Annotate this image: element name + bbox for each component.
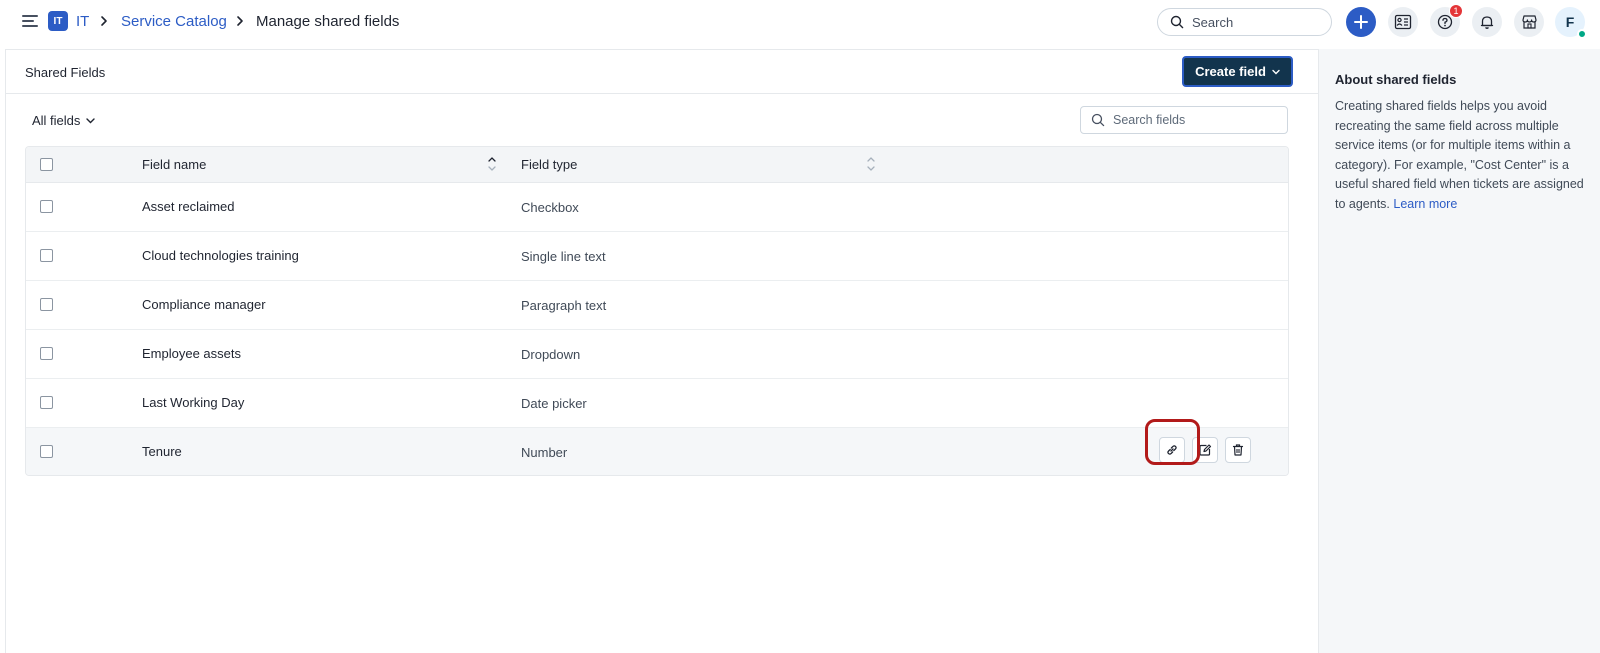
side-panel-body: Creating shared fields helps you avoid r… bbox=[1335, 99, 1584, 211]
create-field-label: Create field bbox=[1195, 64, 1266, 79]
store-icon bbox=[1521, 15, 1537, 29]
field-name-cell: Tenure bbox=[142, 444, 182, 459]
field-type-cell: Checkbox bbox=[521, 200, 579, 215]
breadcrumb-current-page: Manage shared fields bbox=[256, 13, 400, 30]
column-header-field-name[interactable]: Field name bbox=[142, 157, 206, 172]
select-all-checkbox[interactable] bbox=[40, 158, 53, 171]
notifications-button[interactable] bbox=[1472, 7, 1502, 37]
table-row-hovered[interactable]: Tenure Number bbox=[26, 428, 1288, 475]
link-icon bbox=[1167, 445, 1177, 455]
shared-fields-table: Field name Field type Asset reclaimed Ch… bbox=[25, 146, 1289, 476]
copy-link-button[interactable] bbox=[1159, 437, 1185, 463]
row-checkbox[interactable] bbox=[40, 200, 53, 213]
table-header: Field name Field type bbox=[26, 147, 1288, 183]
field-name-cell: Last Working Day bbox=[142, 395, 245, 410]
field-type-cell: Number bbox=[521, 445, 568, 460]
row-checkbox[interactable] bbox=[40, 396, 53, 409]
chevron-down-icon bbox=[86, 117, 96, 123]
field-type-cell: Dropdown bbox=[521, 347, 581, 362]
edit-icon bbox=[1199, 444, 1212, 456]
global-search-input[interactable]: Search bbox=[1157, 8, 1332, 36]
table-row[interactable]: Employee assets Dropdown bbox=[26, 330, 1288, 379]
field-type-cell: Paragraph text bbox=[521, 298, 607, 313]
contact-card-icon bbox=[1394, 14, 1412, 30]
breadcrumb-workspace[interactable]: IT bbox=[76, 13, 89, 30]
marketplace-button[interactable] bbox=[1514, 7, 1544, 37]
new-item-button[interactable] bbox=[1346, 7, 1376, 37]
field-name-cell: Asset reclaimed bbox=[142, 199, 235, 214]
field-view-dropdown[interactable]: All fields bbox=[32, 113, 96, 128]
trash-icon bbox=[1232, 444, 1244, 456]
chevron-right-icon bbox=[237, 16, 243, 26]
field-name-cell: Cloud technologies training bbox=[142, 248, 299, 263]
search-icon bbox=[1170, 15, 1184, 29]
filter-row: All fields Search fields bbox=[6, 106, 1319, 136]
main-content: Shared Fields Create field All fields Se… bbox=[5, 49, 1319, 653]
help-side-panel: About shared fields Creating shared fiel… bbox=[1318, 49, 1600, 653]
field-name-cell: Compliance manager bbox=[142, 297, 266, 312]
create-field-button[interactable]: Create field bbox=[1182, 56, 1293, 87]
table-row[interactable]: Compliance manager Paragraph text bbox=[26, 281, 1288, 330]
table-row[interactable]: Asset reclaimed Checkbox bbox=[26, 183, 1288, 232]
table-row[interactable]: Cloud technologies training Single line … bbox=[26, 232, 1288, 281]
edit-field-button[interactable] bbox=[1192, 437, 1218, 463]
field-type-cell: Single line text bbox=[521, 249, 606, 264]
help-button[interactable]: 1 bbox=[1430, 4, 1463, 37]
search-fields-input[interactable]: Search fields bbox=[1080, 106, 1288, 134]
sort-icon[interactable] bbox=[866, 154, 876, 174]
row-checkbox[interactable] bbox=[40, 347, 53, 360]
side-panel-description: Creating shared fields helps you avoid r… bbox=[1335, 97, 1593, 214]
chevron-down-icon bbox=[1272, 69, 1280, 74]
requests-button[interactable] bbox=[1388, 7, 1418, 37]
sort-icon[interactable] bbox=[487, 154, 497, 174]
search-fields-placeholder: Search fields bbox=[1113, 113, 1186, 127]
menu-icon[interactable] bbox=[22, 13, 40, 29]
plus-icon bbox=[1354, 15, 1368, 29]
notification-count-badge: 1 bbox=[1449, 4, 1463, 18]
delete-field-button[interactable] bbox=[1225, 437, 1251, 463]
global-search-placeholder: Search bbox=[1192, 14, 1234, 30]
page-title: Shared Fields bbox=[25, 65, 106, 80]
top-navigation-bar: IT IT Service Catalog Manage shared fiel… bbox=[0, 0, 1600, 44]
breadcrumb-service-catalog[interactable]: Service Catalog bbox=[121, 13, 227, 30]
field-name-cell: Employee assets bbox=[142, 346, 241, 361]
avatar-initial: F bbox=[1565, 14, 1575, 30]
row-actions bbox=[1159, 437, 1251, 463]
learn-more-link[interactable]: Learn more bbox=[1393, 197, 1457, 211]
row-checkbox[interactable] bbox=[40, 249, 53, 262]
column-header-field-type[interactable]: Field type bbox=[521, 157, 577, 172]
user-avatar[interactable]: F bbox=[1555, 7, 1587, 39]
page-header: Shared Fields Create field bbox=[6, 50, 1319, 94]
chevron-right-icon bbox=[101, 16, 107, 26]
bell-icon bbox=[1480, 16, 1494, 29]
row-checkbox[interactable] bbox=[40, 298, 53, 311]
online-status-indicator bbox=[1577, 29, 1587, 39]
field-view-label: All fields bbox=[32, 113, 81, 128]
search-icon bbox=[1091, 113, 1105, 127]
field-type-cell: Date picker bbox=[521, 396, 587, 411]
table-row[interactable]: Last Working Day Date picker bbox=[26, 379, 1288, 428]
side-panel-title: About shared fields bbox=[1335, 72, 1457, 87]
workspace-badge: IT bbox=[48, 11, 68, 31]
row-checkbox[interactable] bbox=[40, 445, 53, 458]
